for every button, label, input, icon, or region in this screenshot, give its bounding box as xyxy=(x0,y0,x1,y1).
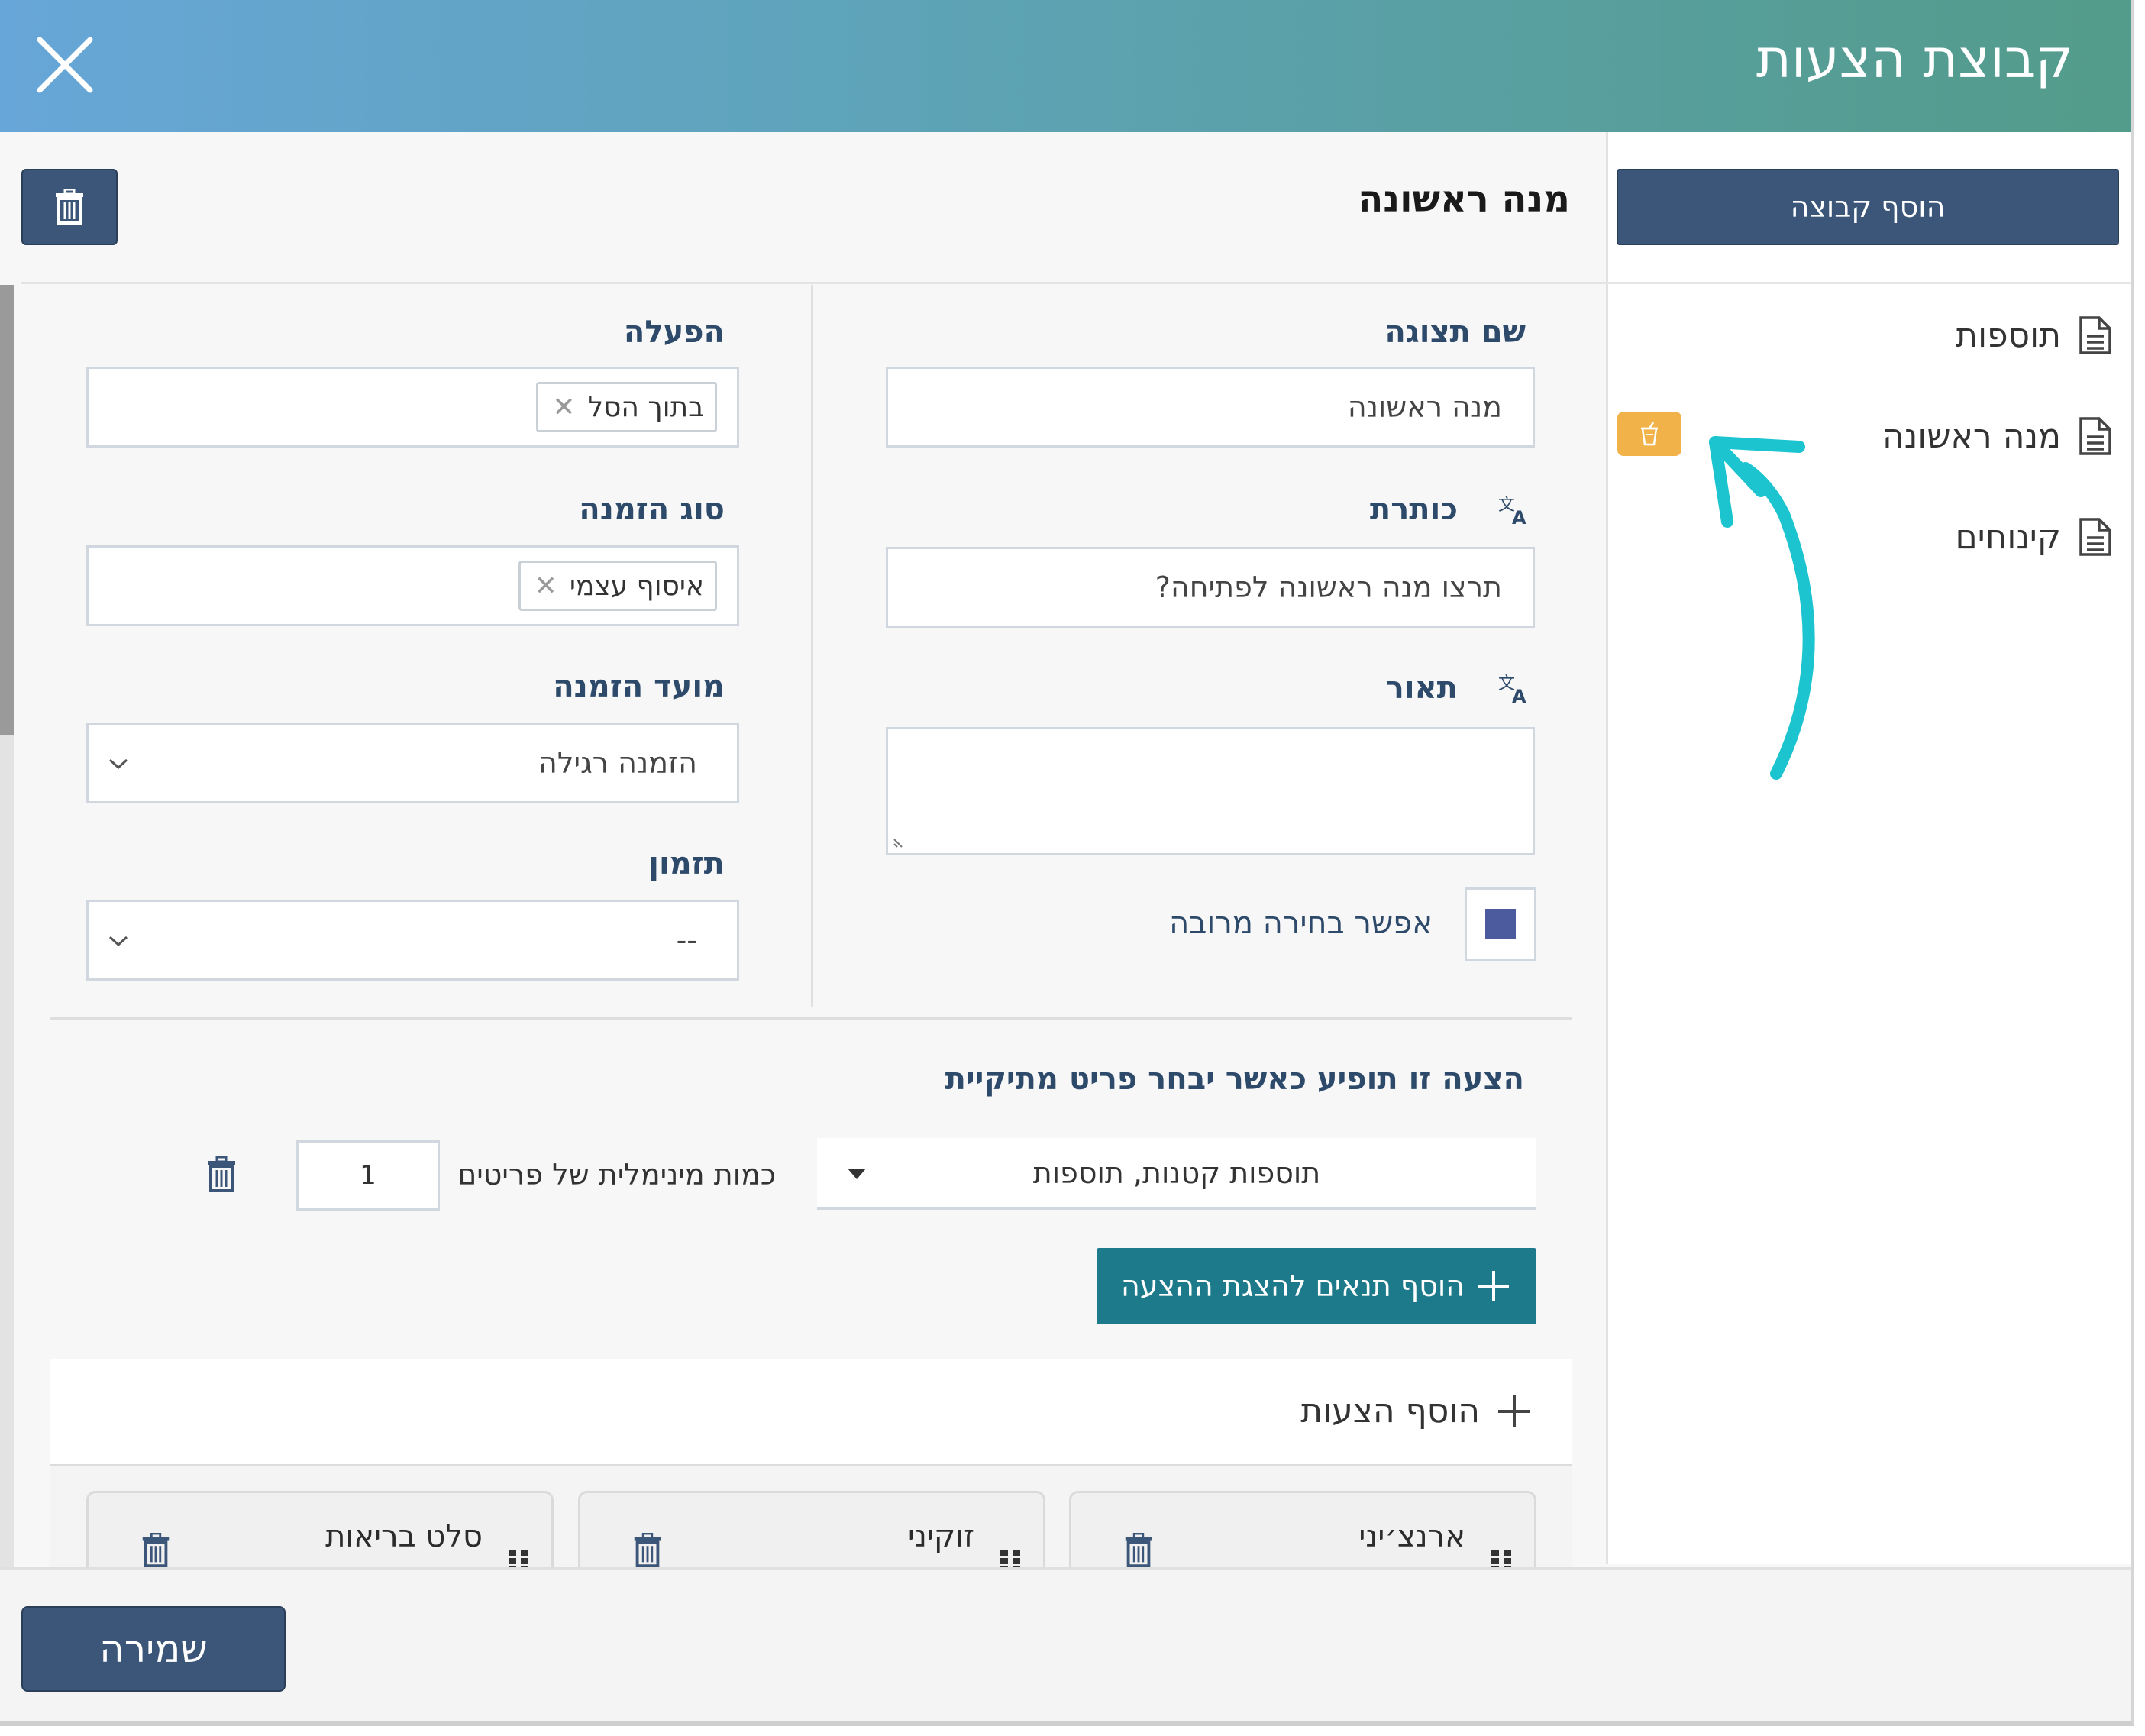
chevron-down-icon xyxy=(108,936,128,947)
remove-tag-icon[interactable]: ✕ xyxy=(552,392,575,423)
sidebar-item-label: קינוחים xyxy=(1955,517,2061,557)
timing-dropdown[interactable]: -- xyxy=(86,900,739,981)
order-time-label: מועד הזמנה xyxy=(553,669,725,704)
activation-label: הפעלה xyxy=(623,315,725,350)
offer-name: זוקיני xyxy=(907,1519,974,1554)
plus-icon xyxy=(1478,1271,1510,1301)
add-condition-label: הוסף תנאים להצגת ההצעה xyxy=(1120,1269,1465,1303)
offers-panel: הוסף הצעות xyxy=(50,1359,1572,1466)
add-offers-label: הוסף הצעות xyxy=(1300,1392,1480,1431)
description-label: תאור xyxy=(1385,671,1458,706)
timing-label: תזמון xyxy=(648,846,725,881)
add-group-button[interactable]: הוסף קבוצה xyxy=(1617,169,2119,245)
activation-tag: בתוך הסל ✕ xyxy=(536,382,717,432)
sidebar-item-additions[interactable]: תוספות xyxy=(1956,305,2113,366)
caret-down-icon xyxy=(848,1169,866,1179)
modal-header: קבוצת הצעות xyxy=(0,0,2131,132)
modal-title: קבוצת הצעות xyxy=(1756,27,2073,90)
delete-group-button[interactable] xyxy=(21,169,118,245)
timing-value: -- xyxy=(676,923,697,957)
add-offers-button[interactable]: הוסף הצעות xyxy=(1300,1392,1533,1431)
tag-label: בתוך הסל xyxy=(587,391,704,423)
offer-name: סלט בריאות xyxy=(325,1519,483,1554)
trash-icon xyxy=(56,189,83,225)
translate-icon[interactable]: 文 A xyxy=(1497,672,1530,706)
chevron-down-icon xyxy=(108,758,128,770)
group-title: מנה ראשונה xyxy=(1358,178,1570,221)
order-type-tag: איסוף עצמי ✕ xyxy=(518,561,717,611)
trash-icon[interactable] xyxy=(205,1156,238,1193)
description-textarea[interactable] xyxy=(886,727,1535,855)
multi-select-checkbox[interactable] xyxy=(1465,887,1536,961)
sidebar-item-first-course[interactable]: מנה ראשונה xyxy=(1882,406,2113,467)
document-icon xyxy=(2079,417,2111,455)
offer-name: ארנצ׳יני xyxy=(1358,1519,1465,1554)
document-icon xyxy=(2079,518,2111,556)
svg-text:A: A xyxy=(1512,686,1526,706)
min-qty-input[interactable]: 1 xyxy=(296,1140,440,1211)
plus-icon xyxy=(1498,1395,1530,1427)
min-qty-label: כמות מינימלית של פריטים xyxy=(457,1158,776,1191)
heading-input[interactable]: תרצו מנה ראשונה לפתיחה? xyxy=(886,547,1535,628)
sidebar-item-desserts[interactable]: קינוחים xyxy=(1956,506,2113,567)
save-button[interactable]: שמירה xyxy=(21,1606,286,1692)
heading-label: כותרת xyxy=(1369,492,1458,527)
annotation-arrow-icon xyxy=(1709,436,1815,780)
order-type-label: סוג הזמנה xyxy=(579,492,725,527)
min-qty-value: 1 xyxy=(360,1160,376,1191)
multi-select-label: אפשר בחירה מרובה xyxy=(1169,906,1433,941)
close-icon xyxy=(37,37,93,93)
divider xyxy=(21,282,1607,284)
display-name-value: מנה ראשונה xyxy=(1347,390,1502,424)
active-badge[interactable] xyxy=(1617,412,1681,456)
condition-title: הצעה זו תופיע כאשר יבחר פריט מתיקיית xyxy=(945,1062,1524,1097)
display-name-input[interactable]: מנה ראשונה xyxy=(886,367,1535,448)
svg-text:A: A xyxy=(1512,507,1526,527)
display-name-label: שם תצוגה xyxy=(1384,315,1526,350)
close-button[interactable] xyxy=(29,29,101,101)
folder-dropdown[interactable]: תוספות קטנות, תוספות xyxy=(817,1138,1536,1210)
column-divider xyxy=(811,285,813,1007)
sidebar-item-label: תוספות xyxy=(1956,315,2061,355)
order-time-dropdown[interactable]: הזמנה רגילה xyxy=(86,723,739,803)
drink-cup-icon xyxy=(1641,422,1658,446)
translate-icon[interactable]: 文 A xyxy=(1497,493,1530,527)
scrollbar-thumb[interactable] xyxy=(0,285,14,735)
folder-value: תוספות קטנות, תוספות xyxy=(1032,1156,1321,1190)
modal-footer: שמירה xyxy=(0,1567,2131,1721)
groups-sidebar: הוסף קבוצה תוספות מנה ראשונה קינוחים xyxy=(1606,132,2131,1564)
document-icon xyxy=(2079,316,2111,354)
trash-icon[interactable] xyxy=(139,1533,173,1568)
remove-tag-icon[interactable]: ✕ xyxy=(535,571,557,602)
tag-label: איסוף עצמי xyxy=(569,570,704,602)
order-type-select[interactable]: איסוף עצמי ✕ xyxy=(86,545,739,626)
trash-icon[interactable] xyxy=(631,1533,664,1568)
trash-icon[interactable] xyxy=(1122,1533,1155,1568)
divider xyxy=(50,1017,1572,1020)
group-header: מנה ראשונה xyxy=(0,132,1607,284)
order-time-value: הזמנה רגילה xyxy=(538,746,697,780)
offer-group-modal: קבוצת הצעות הוסף קבוצה תוספות מנה ראשונה… xyxy=(0,0,2134,1726)
sidebar-divider xyxy=(1606,282,2131,284)
heading-value: תרצו מנה ראשונה לפתיחה? xyxy=(1155,571,1502,604)
resize-handle-icon[interactable] xyxy=(891,832,909,850)
activation-select[interactable]: בתוך הסל ✕ xyxy=(86,367,739,448)
sidebar-item-label: מנה ראשונה xyxy=(1882,416,2061,456)
checkbox-fill xyxy=(1485,909,1516,939)
add-condition-button[interactable]: הוסף תנאים להצגת ההצעה xyxy=(1097,1248,1536,1324)
